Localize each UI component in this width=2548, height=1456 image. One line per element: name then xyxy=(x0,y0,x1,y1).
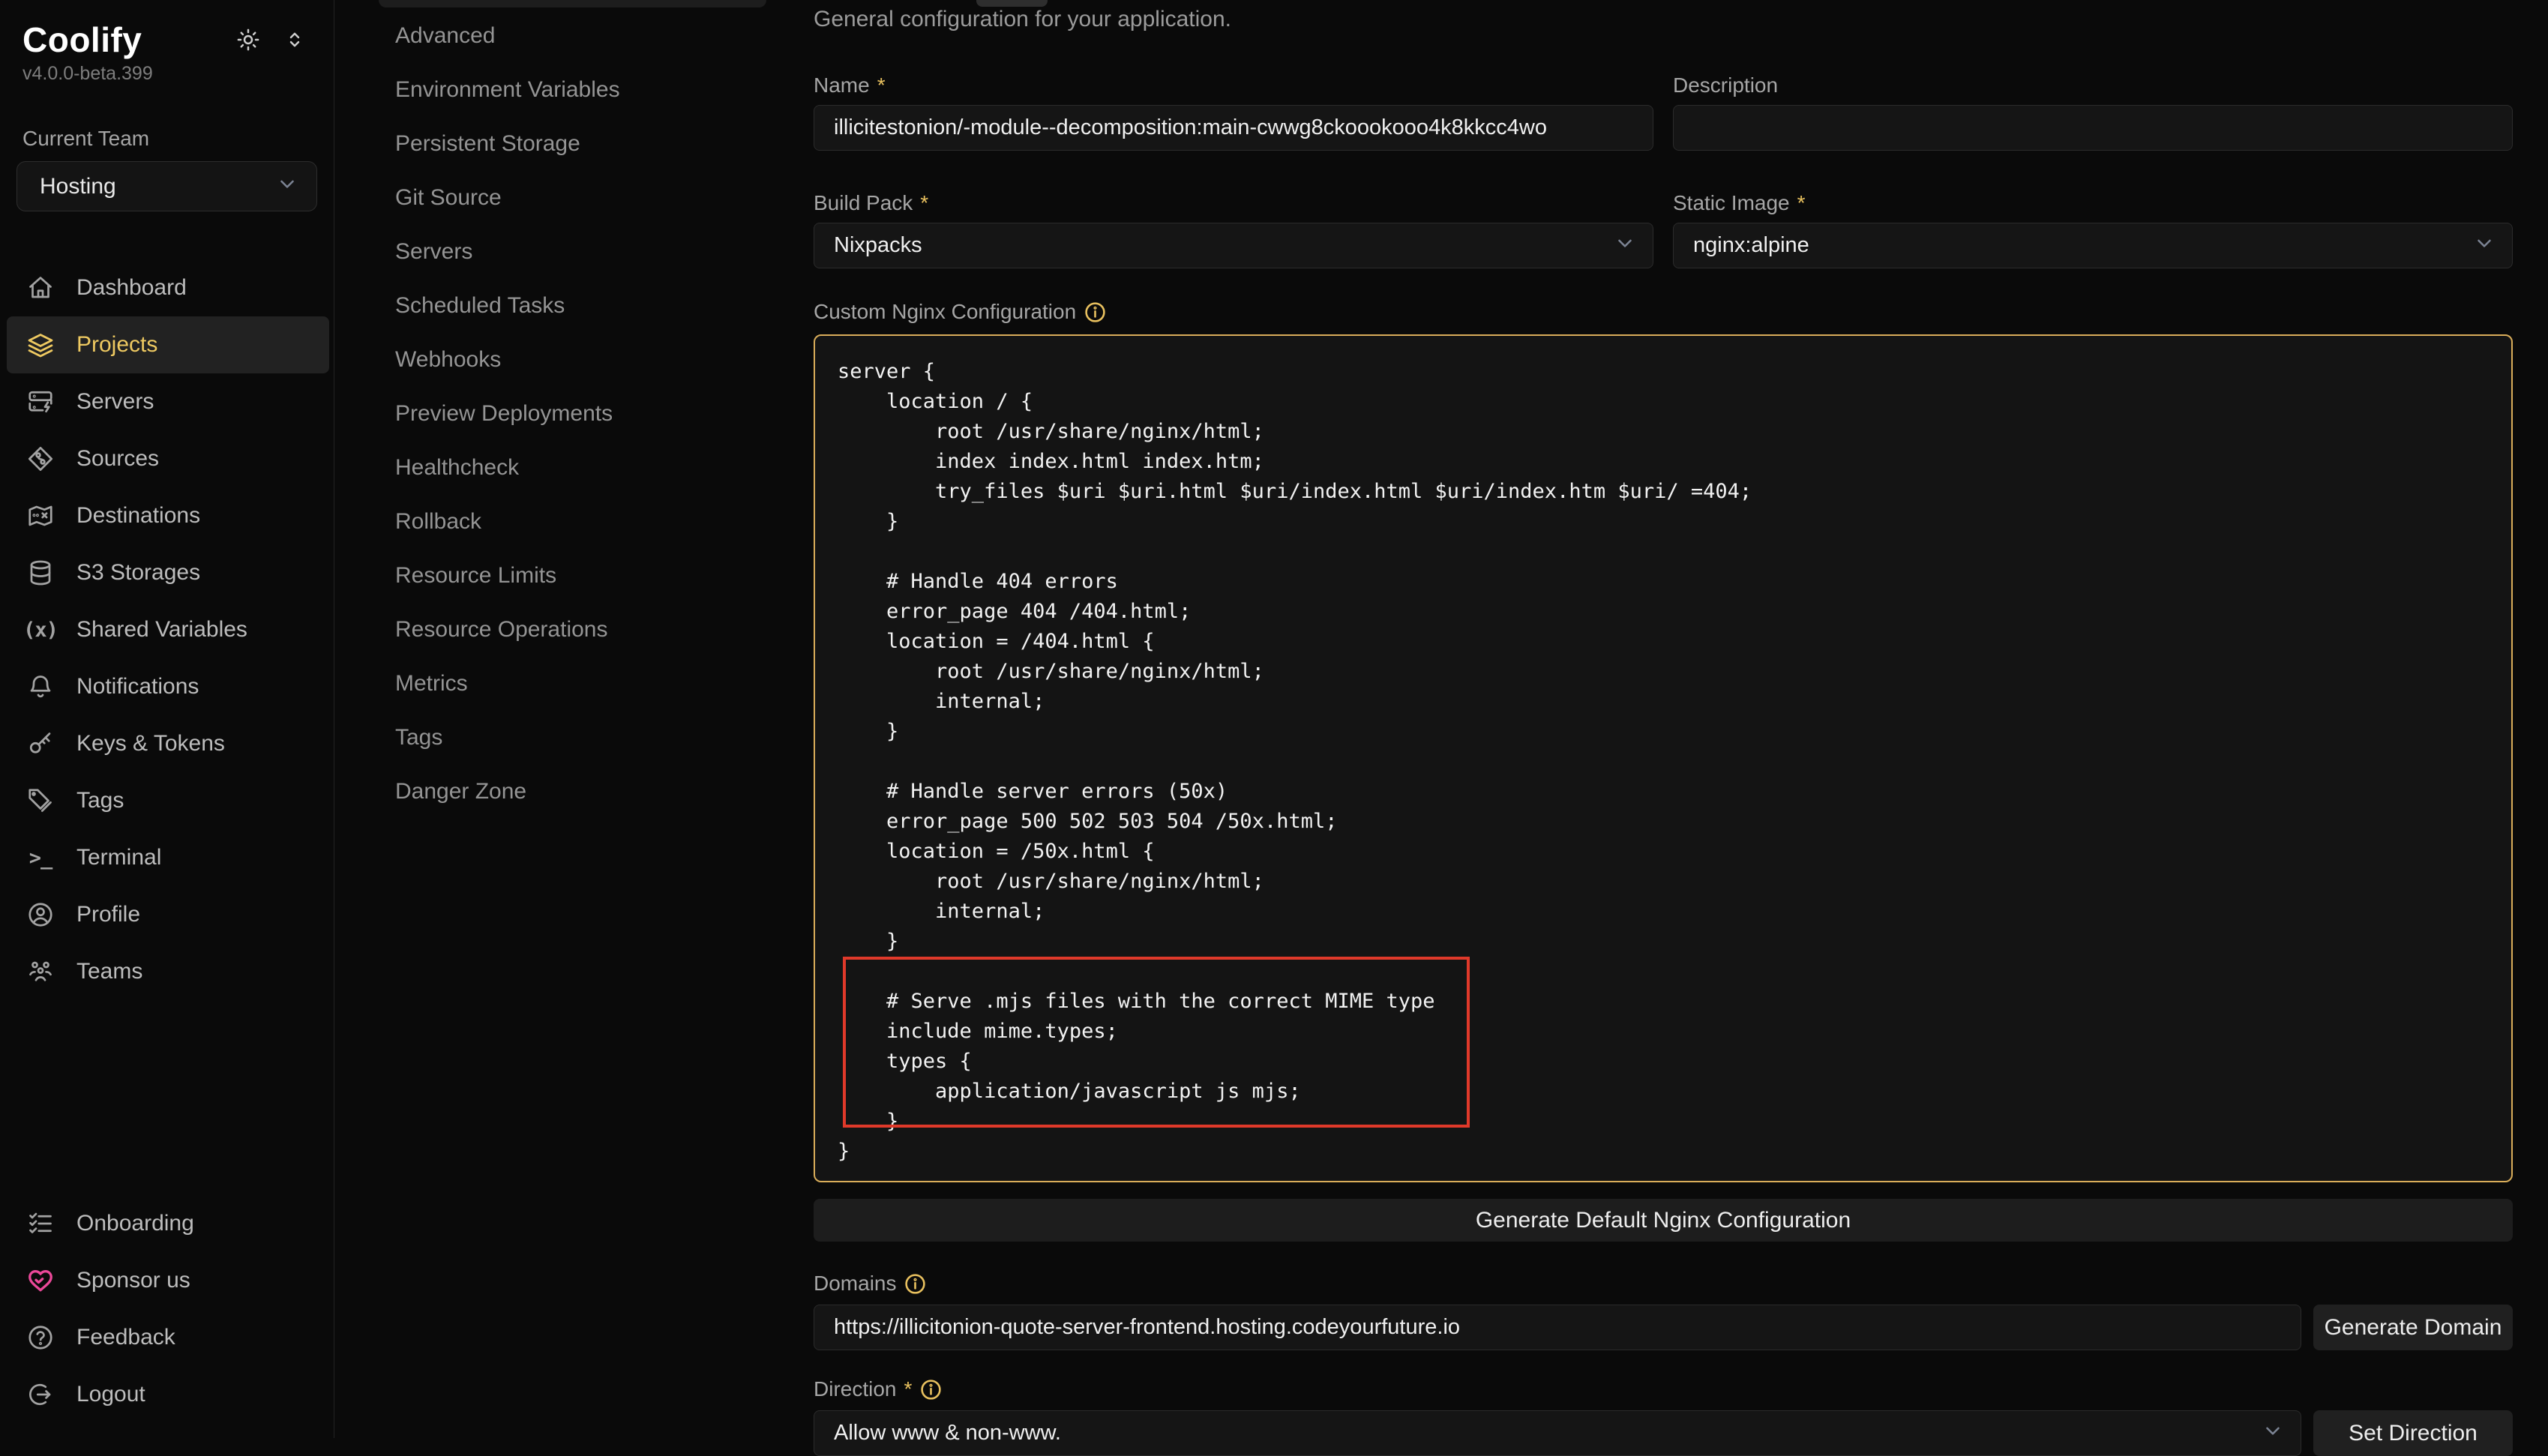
config-menu-item-resource-operations[interactable]: Resource Operations xyxy=(334,603,780,657)
sidebar-item-feedback[interactable]: Feedback xyxy=(7,1309,329,1366)
chevron-down-icon xyxy=(276,172,298,201)
config-menu-item-metrics[interactable]: Metrics xyxy=(334,657,780,711)
build-pack-select[interactable]: Nixpacks xyxy=(814,223,1653,268)
chevron-down-icon xyxy=(2473,232,2496,260)
sidebar-item-notifications[interactable]: Notifications xyxy=(7,658,329,715)
theme-toggle-sun-icon[interactable] xyxy=(232,23,265,56)
git-source-icon xyxy=(27,445,54,472)
sidebar-item-projects[interactable]: Projects xyxy=(7,316,329,373)
config-menu-item-tags[interactable]: Tags xyxy=(334,711,780,765)
config-menu-item-advanced[interactable]: Advanced xyxy=(334,9,780,63)
help-circle-icon xyxy=(27,1324,54,1351)
config-menu-item-environment-variables[interactable]: Environment Variables xyxy=(334,63,780,117)
nginx-config-label: Custom Nginx Configuration xyxy=(814,300,2513,324)
users-icon xyxy=(27,958,54,985)
name-label: Name* xyxy=(814,73,1653,97)
partial-button-cut-off[interactable] xyxy=(976,0,1048,7)
description-input[interactable] xyxy=(1673,105,2513,151)
sidebar-item-shared-variables[interactable]: (x) Shared Variables xyxy=(7,601,329,658)
sidebar-item-sources[interactable]: Sources xyxy=(7,430,329,487)
sidebar-item-teams[interactable]: Teams xyxy=(7,943,329,1000)
config-menu: Advanced Environment Variables Persisten… xyxy=(334,0,780,1438)
config-menu-item-danger-zone[interactable]: Danger Zone xyxy=(334,765,780,819)
description-label: Description xyxy=(1673,73,2513,97)
domains-input[interactable] xyxy=(814,1305,2301,1350)
sidebar-item-s3-storages[interactable]: S3 Storages xyxy=(7,544,329,601)
static-image-select[interactable]: nginx:alpine xyxy=(1673,223,2513,268)
chevron-down-icon xyxy=(2262,1419,2284,1448)
direction-label: Direction* xyxy=(814,1377,2513,1401)
config-menu-item-webhooks[interactable]: Webhooks xyxy=(334,333,780,387)
variable-icon: (x) xyxy=(27,616,54,643)
team-select[interactable]: Hosting xyxy=(16,161,317,211)
config-menu-item-preview-deployments[interactable]: Preview Deployments xyxy=(334,387,780,441)
main-content: General configuration for your applicati… xyxy=(780,0,2548,1438)
nginx-config-editor[interactable]: server { location / { root /usr/share/ng… xyxy=(814,334,2513,1182)
config-menu-item-scheduled-tasks[interactable]: Scheduled Tasks xyxy=(334,279,780,333)
database-icon xyxy=(27,559,54,586)
tag-icon xyxy=(27,787,54,814)
config-menu-active-item-partial[interactable] xyxy=(379,0,766,7)
sidebar-nav: Dashboard Projects Servers Sources Desti… xyxy=(0,259,334,1000)
direction-select[interactable]: Allow www & non-www. xyxy=(814,1410,2301,1456)
checklist-icon xyxy=(27,1210,54,1237)
sidebar-item-dashboard[interactable]: Dashboard xyxy=(7,259,329,316)
config-menu-item-git-source[interactable]: Git Source xyxy=(334,171,780,225)
logout-icon xyxy=(27,1381,54,1408)
sidebar-item-keys-tokens[interactable]: Keys & Tokens xyxy=(7,715,329,772)
page-subtitle: General configuration for your applicati… xyxy=(814,6,2513,33)
version-switcher-chevrons-icon[interactable] xyxy=(278,23,311,56)
app-version: v4.0.0-beta.399 xyxy=(22,63,311,85)
app-logo: Coolify xyxy=(22,19,142,60)
bell-icon xyxy=(27,673,54,700)
home-icon xyxy=(27,274,54,301)
config-menu-item-healthcheck[interactable]: Healthcheck xyxy=(334,441,780,495)
info-icon[interactable] xyxy=(1084,301,1107,324)
config-menu-item-resource-limits[interactable]: Resource Limits xyxy=(334,549,780,603)
static-image-label: Static Image* xyxy=(1673,191,2513,215)
generate-default-nginx-button[interactable]: Generate Default Nginx Configuration xyxy=(814,1199,2513,1242)
config-menu-item-servers[interactable]: Servers xyxy=(334,225,780,279)
generate-domain-button[interactable]: Generate Domain xyxy=(2313,1305,2513,1350)
set-direction-button[interactable]: Set Direction xyxy=(2313,1410,2513,1456)
sidebar: Coolify v4.0.0-beta.399 Current Team Hos… xyxy=(0,0,334,1438)
sidebar-item-sponsor[interactable]: Sponsor us xyxy=(7,1252,329,1309)
current-team-label: Current Team xyxy=(22,127,311,151)
config-menu-item-rollback[interactable]: Rollback xyxy=(334,495,780,549)
map-icon xyxy=(27,502,54,529)
sidebar-item-onboarding[interactable]: Onboarding xyxy=(7,1195,329,1252)
heart-icon xyxy=(27,1267,54,1294)
sidebar-item-terminal[interactable]: >_ Terminal xyxy=(7,829,329,886)
info-icon[interactable] xyxy=(919,1378,943,1401)
app-root: Coolify v4.0.0-beta.399 Current Team Hos… xyxy=(0,0,2548,1438)
layers-icon xyxy=(27,331,54,358)
build-pack-label: Build Pack* xyxy=(814,191,1653,215)
key-icon xyxy=(27,730,54,757)
sidebar-item-servers[interactable]: Servers xyxy=(7,373,329,430)
sidebar-item-destinations[interactable]: Destinations xyxy=(7,487,329,544)
info-icon[interactable] xyxy=(904,1272,927,1296)
user-circle-icon xyxy=(27,901,54,928)
sidebar-footer-nav: Onboarding Sponsor us Feedback Logout xyxy=(0,1195,334,1423)
team-select-value: Hosting xyxy=(40,174,116,199)
domains-label: Domains xyxy=(814,1272,2513,1296)
name-input[interactable] xyxy=(814,105,1653,151)
config-menu-item-persistent-storage[interactable]: Persistent Storage xyxy=(334,117,780,171)
terminal-icon: >_ xyxy=(27,844,54,871)
nginx-config-code[interactable]: server { location / { root /usr/share/ng… xyxy=(815,336,2511,1182)
sidebar-item-tags[interactable]: Tags xyxy=(7,772,329,829)
sidebar-item-profile[interactable]: Profile xyxy=(7,886,329,943)
sidebar-item-logout[interactable]: Logout xyxy=(7,1366,329,1423)
chevron-down-icon xyxy=(1614,232,1636,260)
server-icon xyxy=(27,388,54,415)
